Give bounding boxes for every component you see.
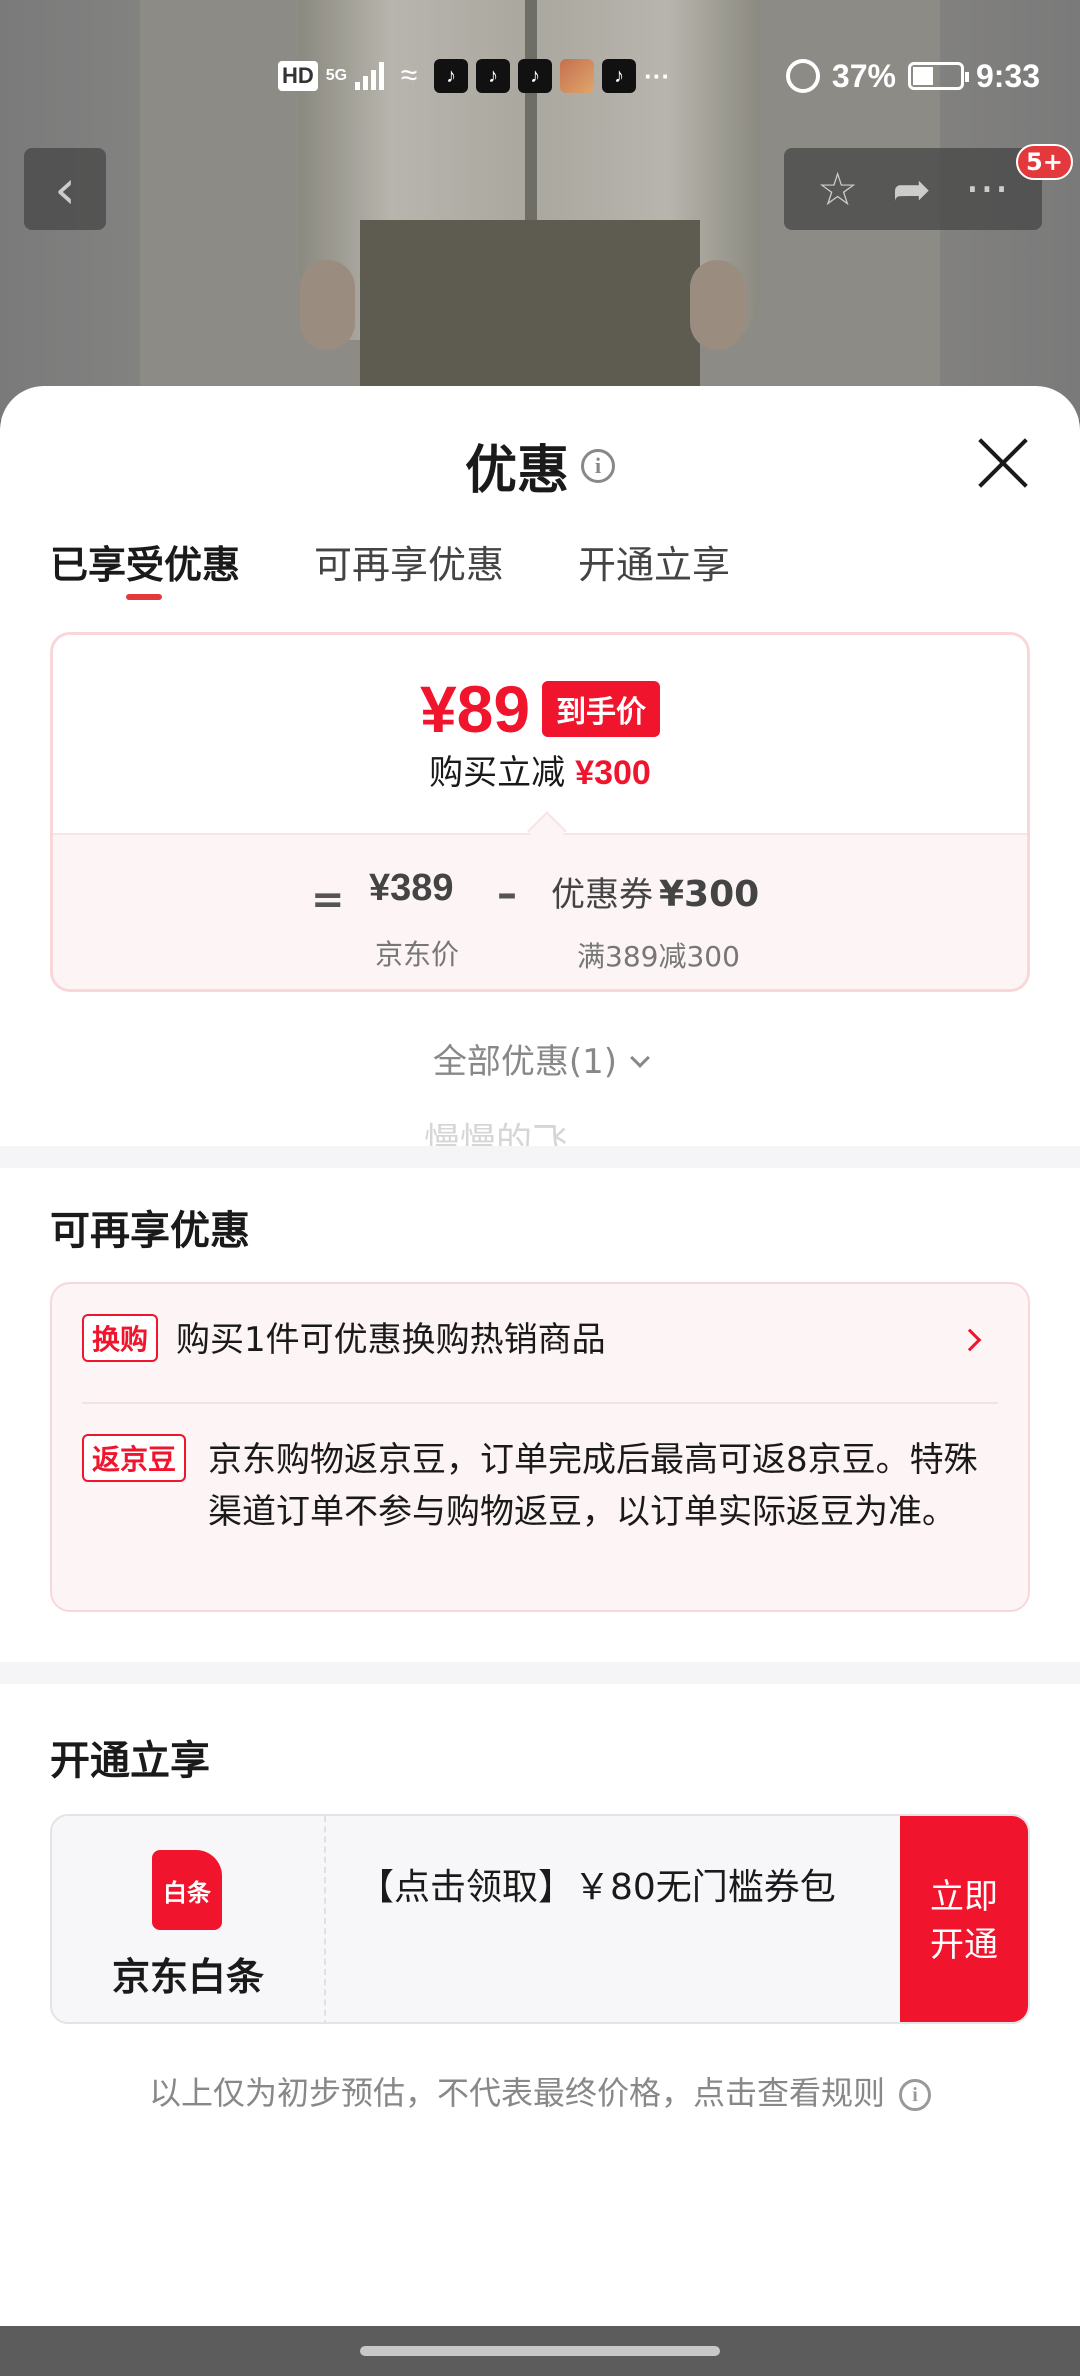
coupon-value: 优惠券 ¥300: [551, 867, 759, 916]
footnote-text: 以上仅为初步预估，不代表最终价格，点击查看规则: [148, 2074, 885, 2112]
jd-beans-text: 京东购物返京豆，订单完成后最高可返8京豆。特殊渠道订单不参与购物返豆，以订单实际…: [208, 1440, 978, 1532]
final-price-tag: 到手价: [542, 681, 661, 737]
jd-beans-tag: 返京豆: [82, 1434, 187, 1482]
tiktok-icon: ♪: [602, 59, 637, 93]
offer-separator: [82, 1402, 998, 1404]
tiktok-icon: ♪: [518, 59, 553, 93]
rules-info-icon[interactable]: i: [899, 2079, 931, 2111]
more-notifications-icon: ···: [644, 60, 671, 91]
discount-amount: ¥300: [575, 754, 651, 792]
more-offers-title: 可再享优惠: [50, 1208, 250, 1254]
baitiao-offer-text: 【点击领取】￥80无门槛券包: [358, 1867, 836, 1908]
equals-sign: =: [311, 877, 345, 923]
tiktok-icon: ♪: [434, 59, 469, 93]
clock: 9:33: [975, 57, 1040, 94]
open-now-label: 立即开通: [930, 1877, 998, 1965]
sheet-title: 优惠: [464, 441, 569, 501]
sheet-title-row: 优惠 i: [0, 428, 1080, 503]
section-divider: [0, 1662, 1080, 1684]
battery-percent: 37%: [831, 57, 896, 94]
coupon-amount: ¥300: [659, 874, 760, 915]
back-icon: ‹: [54, 157, 76, 221]
hd-icon: HD: [278, 61, 318, 91]
home-indicator[interactable]: [360, 2346, 720, 2356]
discount-sheet: 优惠 i 已享受优惠 可再享优惠 开通立享 ¥89 到手价 购买立减 ¥300 = ¥…: [0, 386, 1080, 2326]
jd-price: ¥389: [369, 867, 454, 909]
model-hand-left: [300, 260, 355, 350]
more-offers-card: 换购 购买1件可优惠换购热销商品 返京豆 京东购物返京豆，订单完成后最高可返8京…: [50, 1282, 1030, 1612]
final-price-line: ¥89 到手价: [53, 671, 1027, 747]
share-icon[interactable]: ➦: [892, 162, 931, 216]
nav-action-group: ☆ ➦ ···: [784, 148, 1042, 230]
all-offers-label: 全部优惠(1): [432, 1042, 618, 1082]
info-icon[interactable]: i: [581, 448, 615, 483]
discount-label: 购买立减: [429, 753, 566, 793]
tiktok-icon: ♪: [476, 59, 511, 93]
open-now-button[interactable]: 立即开通: [900, 1816, 1028, 2022]
signal-icon: [355, 62, 385, 90]
price-summary-card: ¥89 到手价 购买立减 ¥300 = ¥389 京东价 – 优惠券 ¥300 满38…: [50, 632, 1030, 992]
tab-enjoyed-offers[interactable]: 已享受优惠: [50, 534, 240, 600]
tab-open-enjoy[interactable]: 开通立享: [578, 534, 730, 594]
chevron-down-icon: [630, 1048, 650, 1068]
final-price: ¥89: [419, 672, 531, 746]
status-bar: HD 5G ≈ ♪ ♪ ♪ ♪ ··· 37% 9:33: [0, 48, 1080, 104]
trade-in-tag: 换购: [82, 1314, 159, 1362]
discount-line: 购买立减 ¥300: [53, 745, 1027, 794]
trade-in-text: 购买1件可优惠换购热销商品: [176, 1320, 606, 1360]
back-button[interactable]: ‹: [24, 148, 106, 230]
more-options-icon[interactable]: ···: [965, 162, 1009, 216]
chevron-right-icon: [958, 1328, 982, 1352]
jd-beans-offer-row: 返京豆 京东购物返京豆，订单完成后最高可返8京豆。特殊渠道订单不参与购物返豆，以…: [82, 1434, 998, 1538]
baitiao-name: 京东白条: [111, 1955, 264, 1999]
coupon-label: 优惠券: [551, 875, 653, 915]
network-type: 5G: [325, 67, 348, 84]
tab-more-offers[interactable]: 可再享优惠: [314, 534, 504, 594]
status-right: 37% 9:33: [785, 48, 1040, 104]
favorite-star-icon[interactable]: ☆: [817, 162, 858, 216]
price-summary-top: ¥89 到手价 购买立减 ¥300: [53, 635, 1027, 833]
baitiao-card[interactable]: 白条 京东白条 【点击领取】￥80无门槛券包 立即开通: [50, 1814, 1030, 2024]
photo-app-icon: [560, 59, 595, 93]
model-hand-right: [690, 260, 745, 350]
message-count-badge: 5+: [1016, 144, 1073, 180]
open-enjoy-title: 开通立享: [50, 1738, 210, 1784]
trade-in-offer-row[interactable]: 换购 购买1件可优惠换购热销商品: [82, 1314, 998, 1370]
status-left: HD 5G ≈ ♪ ♪ ♪ ♪ ···: [278, 48, 670, 104]
baitiao-brand: 白条 京东白条: [52, 1816, 326, 2022]
all-offers-toggle[interactable]: 全部优惠(1): [0, 1034, 1080, 1083]
rules-footnote[interactable]: 以上仅为初步预估，不代表最终价格，点击查看规则 i: [0, 2068, 1080, 2114]
alarm-icon: [785, 59, 820, 93]
battery-icon: [907, 62, 969, 90]
baitiao-logo-icon: 白条: [152, 1850, 222, 1930]
wifi-icon: ≈: [400, 59, 418, 92]
tab-bar: 已享受优惠 可再享优惠 开通立享: [50, 534, 730, 600]
price-formula: = ¥389 京东价 – 优惠券 ¥300 满389减300: [53, 857, 1027, 977]
coupon-rule: 满389减300: [577, 940, 740, 973]
jd-price-label: 京东价: [375, 938, 460, 971]
gesture-navigation-bar: [0, 2326, 1080, 2376]
sheet-header: 优惠 i: [0, 386, 1080, 538]
price-breakdown: = ¥389 京东价 – 优惠券 ¥300 满389减300: [53, 833, 1027, 989]
minus-sign: –: [497, 871, 517, 917]
section-divider: [0, 1146, 1080, 1168]
close-button[interactable]: [976, 436, 1030, 490]
